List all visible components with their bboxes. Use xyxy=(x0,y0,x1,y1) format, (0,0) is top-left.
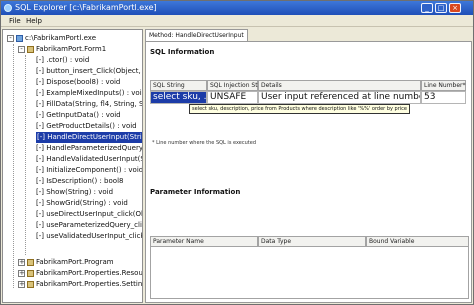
col-data-type[interactable]: Data Type xyxy=(258,236,366,247)
tree-method[interactable]: [-] HandleParameterizedQuery(Strin xyxy=(3,143,143,154)
method-label: [-] HandleDirectUserInput(String) : void xyxy=(36,132,142,143)
tree-method[interactable]: [-] button_insert_Click(Object, Eve xyxy=(3,66,142,77)
method-label: [-] ShowGrid(String) : void xyxy=(36,199,128,207)
injection-status-cell[interactable]: UNSAFE xyxy=(207,91,258,104)
tree-method[interactable]: [-] useValidatedUserInput_click(Ob xyxy=(3,231,142,242)
tree-root[interactable]: - c:\FabrikamPortl.exe xyxy=(3,33,142,44)
tree-class-settings[interactable]: + FabrikamPort.Properties.Settings xyxy=(3,279,143,290)
tree-method[interactable]: [-] IsDescription() : bool8 xyxy=(3,176,142,187)
tree-method[interactable]: [-] Show(String) : void xyxy=(3,187,142,198)
class-icon xyxy=(27,281,34,288)
assembly-icon xyxy=(16,35,23,42)
param-info-title: Parameter Information xyxy=(150,188,241,196)
method-label: [-] GetProductDetails() : void xyxy=(36,122,137,130)
class-icon xyxy=(27,259,34,266)
expand-icon[interactable]: + xyxy=(18,281,25,288)
method-label: [-] Dispose(bool8) : void xyxy=(36,78,121,86)
tree-method[interactable]: [-] ShowGrid(String) : void xyxy=(3,198,142,209)
details-cell[interactable]: User input referenced at line number: 25 xyxy=(258,91,421,104)
method-label: [-] ExampleMixedInputs() : void xyxy=(36,89,143,97)
tree-class-label: FabrikamPort.Properties.Settings xyxy=(36,280,143,288)
sql-info-title: SQL Information xyxy=(150,48,215,56)
method-label: [-] Show(String) : void xyxy=(36,188,114,196)
line-number-cell[interactable]: 53 xyxy=(421,91,466,104)
method-label: [-] HandleParameterizedQuery(Strin xyxy=(36,144,143,152)
menu-bar: File Help xyxy=(1,15,473,27)
tree-method[interactable]: [-] useDirectUserInput_click(Objec xyxy=(3,209,142,220)
method-label: [-] useParameterizedQuery_click(Ob xyxy=(36,221,142,229)
line-number-note: * Line number where the SQL is executed xyxy=(152,140,257,146)
assembly-tree[interactable]: - c:\FabrikamPortl.exe - FabrikamPort.Fo… xyxy=(2,29,143,303)
expand-icon[interactable]: + xyxy=(18,270,25,277)
tree-method[interactable]: [-] Dispose(bool8) : void xyxy=(3,77,142,88)
tab-method[interactable]: Method: HandleDirectUserInput xyxy=(145,29,248,41)
close-icon[interactable]: × xyxy=(449,3,461,13)
col-line-number[interactable]: Line Number* xyxy=(421,80,466,91)
window-title: SQL Explorer [c:\FabrikamPortl.exe] xyxy=(15,3,157,12)
collapse-icon[interactable]: - xyxy=(7,35,14,42)
tree-method[interactable]: [-] FillData(String, fl4, String, Strin xyxy=(3,99,142,110)
app-icon xyxy=(4,4,12,12)
tree-method[interactable]: [-] .ctor() : void xyxy=(3,55,142,66)
method-label: [-] button_insert_Click(Object, Eve xyxy=(36,67,142,75)
class-icon xyxy=(27,46,34,53)
tree-method[interactable]: [-] ExampleMixedInputs() : void xyxy=(3,88,143,99)
col-bound-variable[interactable]: Bound Variable xyxy=(366,236,469,247)
sql-string-cell[interactable]: select sku, ... xyxy=(150,91,207,104)
method-label: [-] useValidatedUserInput_click(Ob xyxy=(36,232,142,240)
collapse-icon[interactable]: - xyxy=(18,46,25,53)
tree-class-label: FabrikamPort.Form1 xyxy=(36,45,107,53)
col-details[interactable]: Details xyxy=(258,80,421,91)
method-label: [-] .ctor() : void xyxy=(36,56,90,64)
tree-class-label: FabrikamPort.Program xyxy=(36,258,114,266)
tree-method[interactable]: [-] GetInputData() : void xyxy=(3,110,142,121)
tree-class-form1[interactable]: - FabrikamPort.Form1 xyxy=(3,44,142,55)
col-sql-string[interactable]: SQL String xyxy=(150,80,207,91)
tree-class-program[interactable]: + FabrikamPort.Program xyxy=(3,257,142,268)
details-pane: Method: HandleDirectUserInput SQL Inform… xyxy=(145,29,472,303)
menu-file[interactable]: File xyxy=(9,17,21,25)
method-label: [-] InitializeComponent() : void xyxy=(36,166,143,174)
tree-method[interactable]: [-] useParameterizedQuery_click(Ob xyxy=(3,220,142,231)
tree-method[interactable]: [-] InitializeComponent() : void xyxy=(3,165,143,176)
sql-tooltip: select sku, description, price from Prod… xyxy=(189,104,410,114)
col-parameter-name[interactable]: Parameter Name xyxy=(150,236,258,247)
expand-icon[interactable]: + xyxy=(18,259,25,266)
method-label: [-] useDirectUserInput_click(Objec xyxy=(36,210,142,218)
col-injection-status[interactable]: SQL Injection Status xyxy=(207,80,271,91)
tree-root-label: c:\FabrikamPortl.exe xyxy=(25,34,97,42)
tree-class-label: FabrikamPort.Properties.Resources xyxy=(36,269,143,277)
method-label: [-] HandleValidatedUserInput(String xyxy=(36,155,142,163)
tree-class-resources[interactable]: + FabrikamPort.Properties.Resources xyxy=(3,268,143,279)
menu-help[interactable]: Help xyxy=(26,17,42,25)
method-label: [-] GetInputData() : void xyxy=(36,111,121,119)
tab-content: SQL Information SQL String SQL Injection… xyxy=(145,41,472,303)
tree-method[interactable]: [-] HandleValidatedUserInput(String xyxy=(3,154,142,165)
app-window: SQL Explorer [c:\FabrikamPortl.exe] _ □ … xyxy=(0,0,474,305)
tree-method[interactable]: [-] GetProductDetails() : void xyxy=(3,121,142,132)
minimize-icon[interactable]: _ xyxy=(421,3,433,13)
maximize-icon[interactable]: □ xyxy=(435,3,447,13)
method-label: [-] FillData(String, fl4, String, Strin xyxy=(36,100,142,108)
tree-method-selected[interactable]: [-] HandleDirectUserInput(String) : void xyxy=(3,132,142,143)
title-bar: SQL Explorer [c:\FabrikamPortl.exe] _ □ … xyxy=(1,1,473,15)
class-icon xyxy=(27,270,34,277)
method-label: [-] IsDescription() : bool8 xyxy=(36,177,124,185)
